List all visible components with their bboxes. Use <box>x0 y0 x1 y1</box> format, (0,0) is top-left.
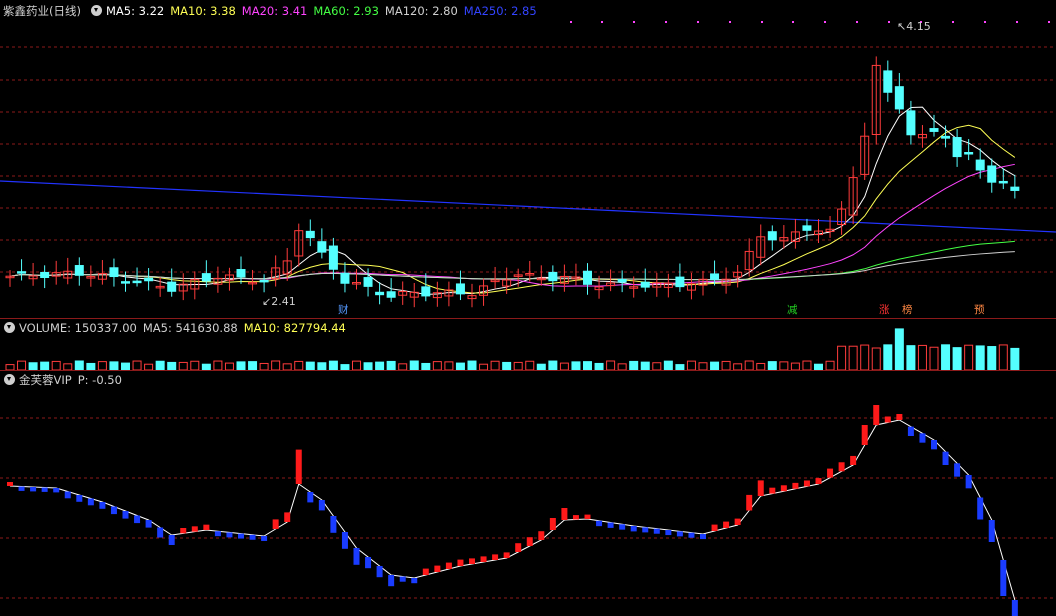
event-tag-reduce[interactable]: 减 <box>786 304 799 317</box>
candlesticks <box>5 56 1020 308</box>
candle <box>640 281 650 288</box>
candle <box>17 271 27 274</box>
candle <box>941 135 951 139</box>
candle <box>236 269 246 278</box>
candle <box>121 281 130 284</box>
event-tag-forecast[interactable]: 预 <box>973 304 986 317</box>
high-price-label: ↖4.15 <box>897 20 931 33</box>
ma60-readout: MA60: 2.93 <box>313 4 379 18</box>
candle <box>802 225 812 231</box>
ma120-readout: MA120: 2.80 <box>384 4 458 18</box>
candle <box>109 267 119 278</box>
moving-average-lines <box>9 106 1016 295</box>
volume-readout: VOLUME: 150337.00 <box>19 321 137 335</box>
candle <box>894 86 904 110</box>
ma20-readout: MA20: 3.41 <box>241 4 308 18</box>
candle <box>375 291 385 296</box>
candle <box>906 110 916 136</box>
ma10-readout: MA10: 3.38 <box>170 4 236 18</box>
candle <box>201 273 211 282</box>
candle <box>305 230 315 239</box>
main-panel-header: 紫鑫药业(日线) MA5: 3.22 MA10: 3.38 MA20: 3.41 MA6… <box>0 3 543 19</box>
candle <box>975 159 985 171</box>
event-tag-finance[interactable]: 财 <box>337 304 350 317</box>
candle <box>455 283 465 295</box>
candle <box>259 279 269 283</box>
volume-ma5-readout: MA5: 541630.88 <box>142 321 238 335</box>
volume-panel-header: VOLUME: 150337.00 MA5: 541630.88 MA10: 827… <box>0 320 352 336</box>
volume-ma10-readout: MA10: 827794.44 <box>243 321 346 335</box>
candle <box>363 277 373 287</box>
candle <box>998 180 1008 184</box>
ma250-line <box>0 180 1056 233</box>
low-price-label: ↙2.41 <box>262 295 296 308</box>
candle <box>964 152 974 155</box>
candle <box>583 270 592 285</box>
candle <box>340 272 350 284</box>
candle <box>421 286 431 297</box>
candle <box>710 273 720 280</box>
candle <box>40 271 50 278</box>
marker-dots <box>570 21 1050 23</box>
candle <box>767 231 777 241</box>
candle <box>144 277 154 282</box>
indicator-p-readout: P: -0.50 <box>77 373 122 387</box>
candle <box>317 241 327 253</box>
candle <box>987 165 997 183</box>
candle <box>675 276 685 288</box>
candle <box>328 245 338 270</box>
chevron-down-icon[interactable] <box>4 322 15 333</box>
candle <box>883 70 893 93</box>
indicator-panel-header: 金芙蓉VIP P: -0.50 <box>0 372 128 388</box>
chevron-down-icon[interactable] <box>4 374 15 385</box>
candle <box>617 278 627 283</box>
chart-canvas <box>0 21 1056 616</box>
panel-separator <box>0 370 1056 371</box>
candle <box>1010 186 1020 191</box>
candle <box>929 128 939 132</box>
event-tag-list[interactable]: 榜 <box>901 304 914 317</box>
ma250-readout: MA250: 2.85 <box>463 4 537 18</box>
candle <box>548 271 558 282</box>
candle <box>386 291 396 298</box>
candle <box>132 280 142 284</box>
event-tag-limit-up[interactable]: 涨 <box>878 304 891 317</box>
stock-title: 紫鑫药业(日线) <box>3 4 81 18</box>
candle <box>167 281 177 292</box>
candle <box>952 137 962 158</box>
candle <box>74 265 84 276</box>
indicator-name: 金芙蓉VIP <box>19 373 72 387</box>
indicator-bars <box>7 405 1018 616</box>
panel-separator <box>0 318 1056 319</box>
ma5-readout: MA5: 3.22 <box>105 4 165 18</box>
chevron-down-icon[interactable] <box>90 5 102 16</box>
